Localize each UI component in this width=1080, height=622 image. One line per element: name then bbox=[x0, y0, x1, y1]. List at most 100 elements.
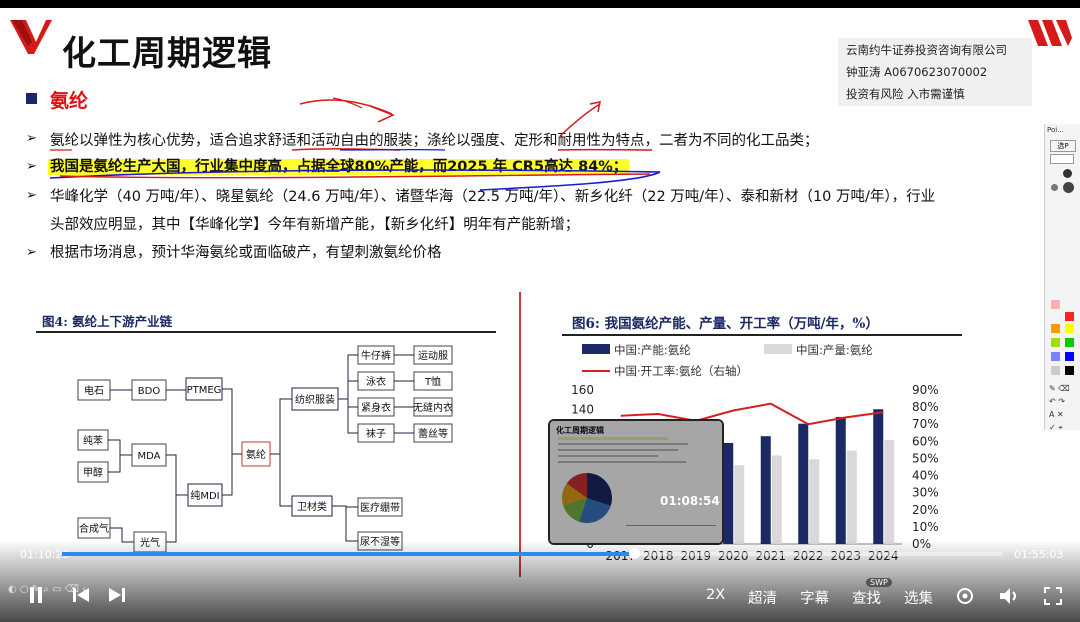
legend-label-output: 中国:产量:氨纶 bbox=[796, 343, 873, 357]
swp-badge: SWP bbox=[866, 578, 892, 587]
diagram-node: 医疗绷带 bbox=[357, 497, 403, 517]
svg-text:PTMEG: PTMEG bbox=[187, 385, 222, 396]
bar-capacity bbox=[760, 436, 771, 544]
color-swatch-icon[interactable] bbox=[1065, 352, 1074, 361]
color-swatch-icon[interactable] bbox=[1065, 312, 1074, 321]
progress-handle[interactable] bbox=[628, 548, 640, 559]
svg-text:合成气: 合成气 bbox=[79, 522, 109, 535]
diagram-node: 纯MDI bbox=[187, 483, 223, 507]
progress-fill bbox=[62, 552, 634, 556]
bar-output bbox=[846, 450, 857, 544]
episodes-button[interactable]: 选集 bbox=[904, 587, 933, 608]
svg-text:MDA: MDA bbox=[138, 451, 161, 462]
legend-swatch-output bbox=[764, 344, 792, 354]
y-tick-right: 30% bbox=[912, 486, 939, 500]
pen-dot-small-icon[interactable] bbox=[1051, 184, 1058, 191]
preview-time: 01:08:54 bbox=[660, 494, 720, 508]
search-button[interactable]: 查找 bbox=[852, 587, 881, 608]
y-tick-right: 50% bbox=[912, 451, 939, 465]
diagram-node: PTMEG bbox=[185, 377, 223, 401]
diagram-node: 甲醇 bbox=[77, 461, 109, 483]
y-tick-right: 60% bbox=[912, 434, 939, 448]
svg-text:紧身衣: 紧身衣 bbox=[361, 401, 391, 414]
previous-icon[interactable] bbox=[72, 586, 90, 604]
diagram-node: 袜子 bbox=[357, 423, 395, 443]
color-swatch-icon[interactable] bbox=[1051, 338, 1060, 347]
svg-text:BDO: BDO bbox=[138, 386, 161, 397]
preview-overlay bbox=[550, 421, 722, 543]
chart-top-rule bbox=[562, 334, 962, 336]
svg-text:无缝内衣: 无缝内衣 bbox=[413, 401, 453, 414]
industry-chain-diagram: 电石 BDO PTMEG 纯苯 甲醇 MDA 合成气 光气 bbox=[77, 345, 453, 553]
y-tick-right: 90% bbox=[912, 383, 939, 397]
pause-icon[interactable] bbox=[28, 586, 44, 604]
toolbar-close-button[interactable]: 选P bbox=[1050, 140, 1076, 152]
legend-swatch-capacity bbox=[582, 344, 610, 354]
color-swatch-icon[interactable] bbox=[1065, 338, 1074, 347]
y-tick-left: 140 bbox=[571, 402, 594, 416]
color-swatch-icon[interactable] bbox=[1065, 366, 1074, 375]
svg-text:纯MDI: 纯MDI bbox=[190, 489, 219, 502]
bar-output bbox=[734, 465, 745, 544]
svg-text:T恤: T恤 bbox=[424, 375, 441, 388]
svg-text:蕾丝等: 蕾丝等 bbox=[418, 427, 448, 440]
fullscreen-icon[interactable] bbox=[1044, 587, 1062, 605]
color-swatch-icon[interactable] bbox=[1065, 324, 1074, 333]
svg-text:纯苯: 纯苯 bbox=[83, 434, 103, 447]
bar-output bbox=[771, 455, 782, 544]
svg-text:医疗绷带: 医疗绷带 bbox=[360, 501, 400, 514]
bar-output bbox=[884, 440, 895, 544]
diagram-node: 合成气 bbox=[77, 517, 111, 539]
svg-text:氨纶: 氨纶 bbox=[246, 448, 266, 461]
volume-icon[interactable] bbox=[998, 586, 1020, 606]
diagram-node: 泳衣 bbox=[357, 371, 395, 391]
bar-output bbox=[809, 459, 820, 544]
svg-text:电石: 电石 bbox=[84, 384, 104, 397]
svg-text:卫材类: 卫材类 bbox=[297, 500, 327, 513]
diagram-top-rule bbox=[36, 331, 496, 333]
pen-toolbar[interactable]: Poi... 选P ✎ ⌫ ↶ ↷ A ✕ ✓ ⌖ bbox=[1044, 124, 1080, 432]
y-tick-right: 80% bbox=[912, 400, 939, 414]
svg-text:牛仔裤: 牛仔裤 bbox=[361, 349, 391, 362]
pen-dot-large-icon[interactable] bbox=[1063, 182, 1074, 193]
subtitle-button[interactable]: 字幕 bbox=[800, 587, 829, 608]
total-time: 01:55:03 bbox=[1014, 548, 1064, 561]
diagram-node: 牛仔裤 bbox=[357, 345, 395, 365]
bar-capacity bbox=[873, 409, 884, 544]
y-tick-right: 70% bbox=[912, 417, 939, 431]
next-icon[interactable] bbox=[108, 586, 126, 604]
diagram-node: 纯苯 bbox=[77, 429, 109, 451]
y-tick-right: 40% bbox=[912, 469, 939, 483]
y-tick-right: 20% bbox=[912, 503, 939, 517]
settings-gear-icon[interactable] bbox=[955, 586, 975, 606]
legend-label-rate: 中国·开工率:氨纶（右轴） bbox=[614, 364, 748, 378]
bar-capacity bbox=[798, 423, 809, 544]
tool-icons[interactable]: ✎ ⌫ ↶ ↷ A ✕ ✓ ⌖ bbox=[1049, 382, 1077, 434]
diagram-node: 纺织服装 bbox=[291, 387, 339, 411]
pen-size-swatch[interactable] bbox=[1050, 154, 1074, 164]
quality-button[interactable]: 超清 bbox=[748, 587, 777, 608]
diagram-node: 电石 bbox=[77, 379, 111, 401]
pen-dot-icon[interactable] bbox=[1063, 169, 1072, 178]
diagram-node: 无缝内衣 bbox=[413, 397, 453, 417]
diagram-node: T恤 bbox=[413, 371, 453, 391]
color-swatch-icon[interactable] bbox=[1051, 352, 1060, 361]
svg-text:运动服: 运动服 bbox=[418, 350, 448, 362]
diagram-node: 紧身衣 bbox=[357, 397, 395, 417]
speed-button[interactable]: 2X bbox=[706, 587, 725, 603]
diagram-node: 蕾丝等 bbox=[413, 423, 453, 443]
color-swatch-icon[interactable] bbox=[1051, 366, 1060, 375]
slide-divider bbox=[519, 292, 521, 577]
legend-label-capacity: 中国:产能:氨纶 bbox=[614, 343, 691, 357]
svg-text:袜子: 袜子 bbox=[366, 427, 386, 440]
y-tick-right: 10% bbox=[912, 520, 939, 534]
svg-text:泳衣: 泳衣 bbox=[366, 375, 386, 388]
toolbar-title: Poi... bbox=[1047, 126, 1064, 134]
color-swatch-icon[interactable] bbox=[1051, 324, 1060, 333]
diagram-node: 卫材类 bbox=[291, 495, 333, 517]
diagram-node: BDO bbox=[131, 379, 167, 401]
diagram-title: 图4: 氨纶上下游产业链 bbox=[42, 314, 173, 329]
svg-text:甲醇: 甲醇 bbox=[83, 466, 103, 479]
svg-text:纺织服装: 纺织服装 bbox=[295, 393, 335, 406]
color-swatch-icon[interactable] bbox=[1051, 300, 1060, 309]
